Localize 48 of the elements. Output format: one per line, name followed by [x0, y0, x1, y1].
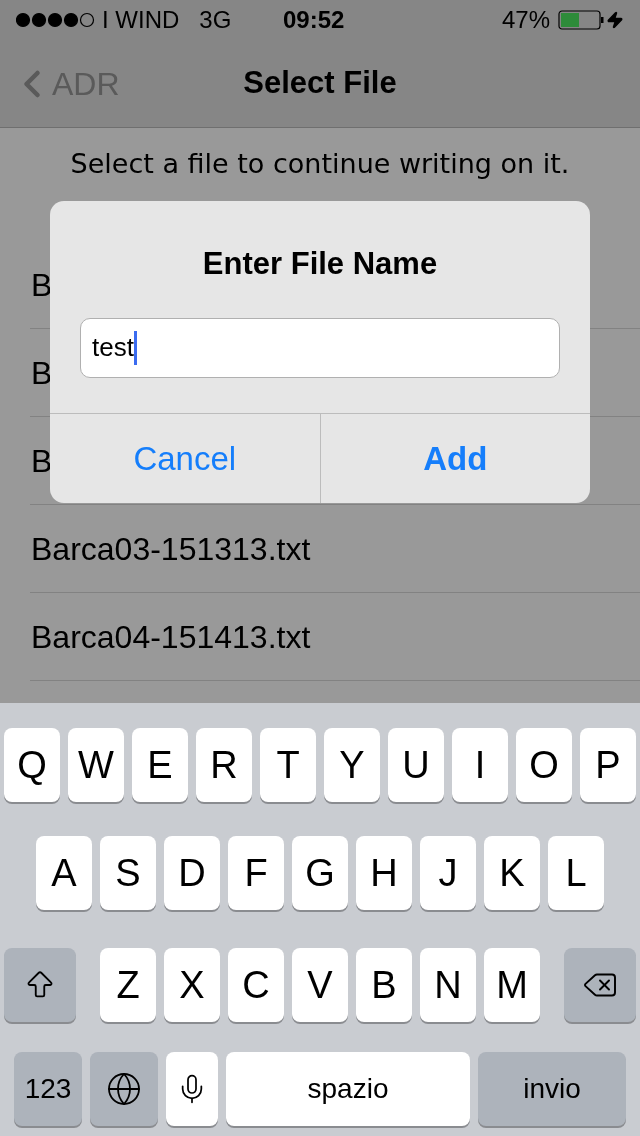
key[interactable]: U: [388, 728, 444, 802]
network-type: 3G: [199, 5, 232, 35]
key[interactable]: C: [228, 948, 284, 1022]
file-row[interactable]: Barca04-151413.txt: [30, 593, 640, 681]
key[interactable]: L: [548, 836, 604, 910]
signal-icon: [16, 12, 96, 28]
globe-key[interactable]: [90, 1052, 158, 1126]
numbers-key[interactable]: 123: [14, 1052, 82, 1126]
return-key[interactable]: invio: [478, 1052, 626, 1126]
key[interactable]: O: [516, 728, 572, 802]
key[interactable]: Q: [4, 728, 60, 802]
key[interactable]: X: [164, 948, 220, 1022]
key[interactable]: S: [100, 836, 156, 910]
key[interactable]: N: [420, 948, 476, 1022]
battery-percent: 47%: [501, 5, 550, 35]
charging-icon: [606, 11, 624, 29]
file-name-field[interactable]: test: [80, 317, 560, 378]
key[interactable]: W: [68, 728, 124, 802]
key[interactable]: F: [228, 836, 284, 910]
globe-icon: [106, 1071, 142, 1107]
delete-key[interactable]: [564, 948, 636, 1022]
key[interactable]: K: [484, 836, 540, 910]
battery-icon: [558, 10, 604, 30]
dictation-key[interactable]: [166, 1052, 218, 1126]
key[interactable]: T: [260, 728, 316, 802]
key[interactable]: E: [132, 728, 188, 802]
key[interactable]: H: [356, 836, 412, 910]
key[interactable]: Y: [324, 728, 380, 802]
file-row[interactable]: Barca03-151313.txt: [30, 505, 640, 593]
key[interactable]: P: [580, 728, 636, 802]
dialog-title: Enter File Name: [201, 245, 439, 283]
key[interactable]: I: [452, 728, 508, 802]
key[interactable]: V: [292, 948, 348, 1022]
clock: 09:52: [283, 5, 345, 35]
key[interactable]: D: [164, 836, 220, 910]
key[interactable]: R: [196, 728, 252, 802]
key[interactable]: Z: [100, 948, 156, 1022]
key[interactable]: J: [420, 836, 476, 910]
text-cursor: [133, 330, 137, 365]
shift-key[interactable]: [4, 948, 76, 1022]
carrier-name: I WIND: [102, 5, 180, 35]
instruction-text: Select a file to continue writing on it.: [70, 147, 570, 181]
key[interactable]: G: [292, 836, 348, 910]
space-key[interactable]: spazio: [226, 1052, 470, 1126]
screen-title: Select File: [243, 64, 397, 103]
key[interactable]: A: [36, 836, 92, 910]
key[interactable]: B: [356, 948, 412, 1022]
key[interactable]: M: [484, 948, 540, 1022]
